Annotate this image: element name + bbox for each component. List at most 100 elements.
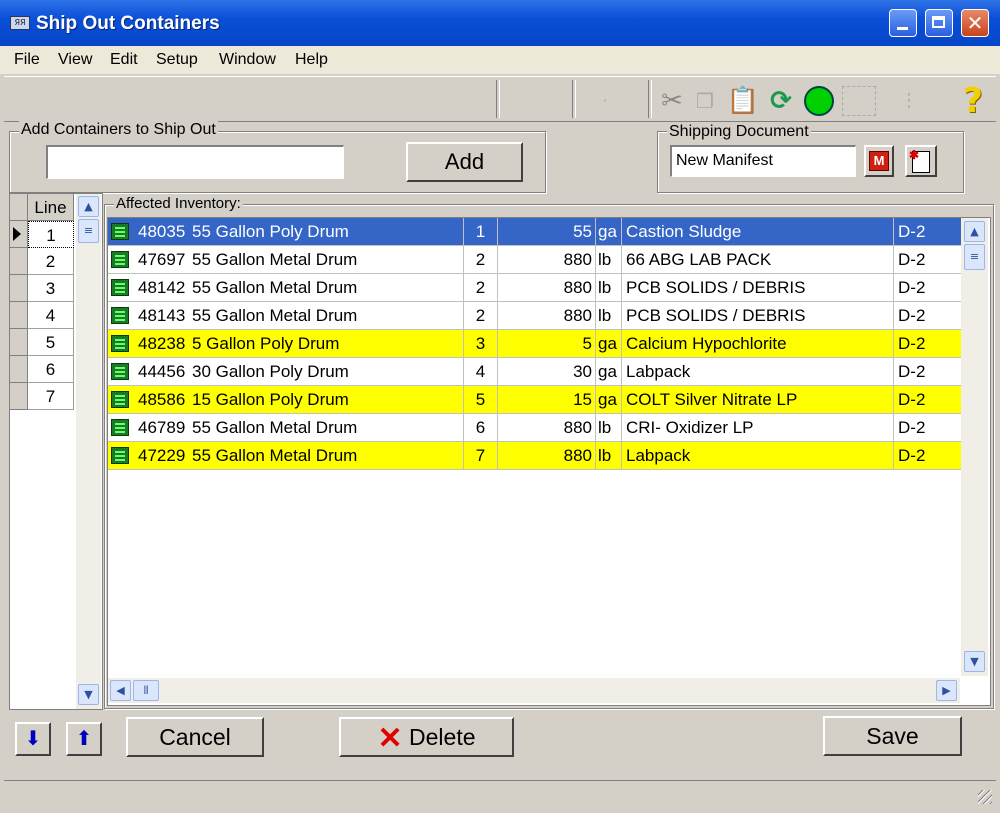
inventory-cell-code[interactable]: D-2 (894, 414, 963, 441)
manifest-button[interactable]: M (864, 145, 894, 177)
inventory-grid[interactable]: 48035 55 Gallon Poly Drum 1 55 ga Castion Slu… (107, 217, 991, 706)
inventory-cell-unit[interactable]: ga (596, 358, 622, 385)
scroll-up-button[interactable]: ▲ (964, 221, 985, 242)
inventory-row[interactable]: 48142 55 Gallon Metal Drum 2 880 lb PCB SOLID… (108, 274, 963, 302)
inventory-cell-unit[interactable]: lb (596, 302, 622, 329)
copy-icon[interactable]: ❐ (688, 84, 722, 118)
inventory-row[interactable]: 46789 55 Gallon Metal Drum 6 880 lb CRI- Oxid… (108, 414, 963, 442)
inventory-cell-container[interactable]: 30 Gallon Poly Drum (192, 358, 464, 385)
inventory-row[interactable]: 44456 30 Gallon Poly Drum 4 30 ga Labpack D-2 (108, 358, 963, 386)
row-selector[interactable] (10, 383, 28, 410)
inventory-cell-desc[interactable]: Calcium Hypochlorite (622, 330, 894, 357)
inventory-cell-id[interactable]: 47229 (138, 442, 192, 469)
inventory-cell-desc[interactable]: Labpack (622, 442, 894, 469)
inventory-cell-qty[interactable]: 880 (498, 246, 596, 273)
inventory-cell-line[interactable]: 5 (464, 386, 498, 413)
row-selector[interactable] (10, 356, 28, 383)
inventory-cell-code[interactable]: D-2 (894, 274, 963, 301)
inventory-cell-qty[interactable]: 880 (498, 442, 596, 469)
line-column-header[interactable]: Line (28, 194, 74, 221)
inventory-cell-id[interactable]: 47697 (138, 246, 192, 273)
inventory-cell-container[interactable]: 55 Gallon Poly Drum (192, 218, 464, 245)
inventory-cell-code[interactable]: D-2 (894, 246, 963, 273)
inventory-row[interactable]: 48035 55 Gallon Poly Drum 1 55 ga Castion Slu… (108, 218, 963, 246)
line-grid-vertical-scrollbar[interactable]: ▲ ≡ ▼ (76, 194, 101, 709)
inventory-cell-qty[interactable]: 880 (498, 302, 596, 329)
inventory-cell-container[interactable]: 55 Gallon Metal Drum (192, 442, 464, 469)
inventory-cell-id[interactable]: 46789 (138, 414, 192, 441)
inventory-cell-unit[interactable]: ga (596, 330, 622, 357)
row-selector[interactable] (10, 221, 28, 248)
line-cell[interactable]: 1 (28, 221, 74, 248)
inventory-cell-line[interactable]: 7 (464, 442, 498, 469)
inventory-cell-qty[interactable]: 880 (498, 274, 596, 301)
inventory-cell-code[interactable]: D-2 (894, 218, 963, 245)
row-selector[interactable] (10, 275, 28, 302)
line-cell[interactable]: 4 (28, 302, 74, 329)
inventory-cell-id[interactable]: 48143 (138, 302, 192, 329)
line-cell[interactable]: 2 (28, 248, 74, 275)
scroll-left-button[interactable]: ◀ (110, 680, 131, 701)
menu-help[interactable]: Help (295, 51, 328, 69)
line-cell[interactable]: 7 (28, 383, 74, 410)
disabled-dots-icon[interactable]: ⋮ (892, 84, 926, 118)
menu-setup[interactable]: Setup (156, 51, 198, 69)
new-document-button[interactable]: ✱ (905, 145, 937, 177)
maximize-button[interactable] (925, 9, 953, 37)
minimize-button[interactable] (889, 9, 917, 37)
refresh-icon[interactable]: ⟳ (764, 84, 798, 118)
inventory-cell-container[interactable]: 55 Gallon Metal Drum (192, 246, 464, 273)
inventory-row[interactable]: 47229 55 Gallon Metal Drum 7 880 lb Labpack D-… (108, 442, 963, 470)
inventory-cell-container[interactable]: 55 Gallon Metal Drum (192, 302, 464, 329)
paste-icon[interactable]: 📋 (726, 84, 760, 118)
inventory-cell-line[interactable]: 2 (464, 274, 498, 301)
row-selector[interactable] (10, 329, 28, 356)
inventory-cell-unit[interactable]: lb (596, 442, 622, 469)
inventory-vertical-scrollbar[interactable]: ▲ ≡ ▼ (961, 218, 988, 676)
inventory-cell-desc[interactable]: CRI- Oxidizer LP (622, 414, 894, 441)
inventory-row[interactable]: 47697 55 Gallon Metal Drum 2 880 lb 66 ABG LA… (108, 246, 963, 274)
menu-view[interactable]: View (58, 51, 92, 69)
move-up-button[interactable]: ⬆ (66, 722, 102, 756)
inventory-cell-id[interactable]: 48035 (138, 218, 192, 245)
shipping-document-field[interactable]: New Manifest (670, 145, 856, 177)
inventory-cell-qty[interactable]: 30 (498, 358, 596, 385)
move-down-button[interactable]: ⬇ (15, 722, 51, 756)
inventory-cell-unit[interactable]: lb (596, 274, 622, 301)
inventory-cell-desc[interactable]: PCB SOLIDS / DEBRIS (622, 302, 894, 329)
delete-button[interactable]: ✕ Delete (339, 717, 514, 757)
app-icon[interactable]: ЯЯ (10, 16, 30, 30)
inventory-row[interactable]: 48586 15 Gallon Poly Drum 5 15 ga COLT Silver… (108, 386, 963, 414)
inventory-cell-unit[interactable]: ga (596, 386, 622, 413)
inventory-row[interactable]: 48143 55 Gallon Metal Drum 2 880 lb PCB SOLID… (108, 302, 963, 330)
line-cell[interactable]: 5 (28, 329, 74, 356)
green-status-icon[interactable] (804, 86, 834, 116)
scroll-thumb[interactable]: ⦀ (133, 680, 159, 701)
inventory-cell-desc[interactable]: COLT Silver Nitrate LP (622, 386, 894, 413)
scroll-down-button[interactable]: ▼ (78, 684, 99, 705)
help-icon[interactable]: ? (956, 84, 990, 118)
inventory-horizontal-scrollbar[interactable]: ◀ ⦀ ▶ (108, 678, 960, 703)
inventory-cell-line[interactable]: 2 (464, 302, 498, 329)
inventory-cell-line[interactable]: 2 (464, 246, 498, 273)
scroll-thumb[interactable]: ≡ (78, 219, 99, 243)
scroll-down-button[interactable]: ▼ (964, 651, 985, 672)
cut-icon[interactable]: ✂ (655, 84, 689, 118)
menu-file[interactable]: File (14, 51, 40, 69)
inventory-cell-id[interactable]: 48142 (138, 274, 192, 301)
inventory-cell-code[interactable]: D-2 (894, 330, 963, 357)
inventory-cell-desc[interactable]: 66 ABG LAB PACK (622, 246, 894, 273)
inventory-cell-qty[interactable]: 5 (498, 330, 596, 357)
inventory-cell-qty[interactable]: 55 (498, 218, 596, 245)
inventory-cell-line[interactable]: 1 (464, 218, 498, 245)
toolbar-dot-icon[interactable]: · (588, 84, 622, 118)
scroll-right-button[interactable]: ▶ (936, 680, 957, 701)
inventory-cell-id[interactable]: 48238 (138, 330, 192, 357)
line-cell[interactable]: 6 (28, 356, 74, 383)
inventory-cell-container[interactable]: 15 Gallon Poly Drum (192, 386, 464, 413)
inventory-cell-unit[interactable]: lb (596, 246, 622, 273)
inventory-cell-line[interactable]: 6 (464, 414, 498, 441)
inventory-cell-code[interactable]: D-2 (894, 442, 963, 469)
cancel-button[interactable]: Cancel (126, 717, 264, 757)
inventory-cell-line[interactable]: 3 (464, 330, 498, 357)
